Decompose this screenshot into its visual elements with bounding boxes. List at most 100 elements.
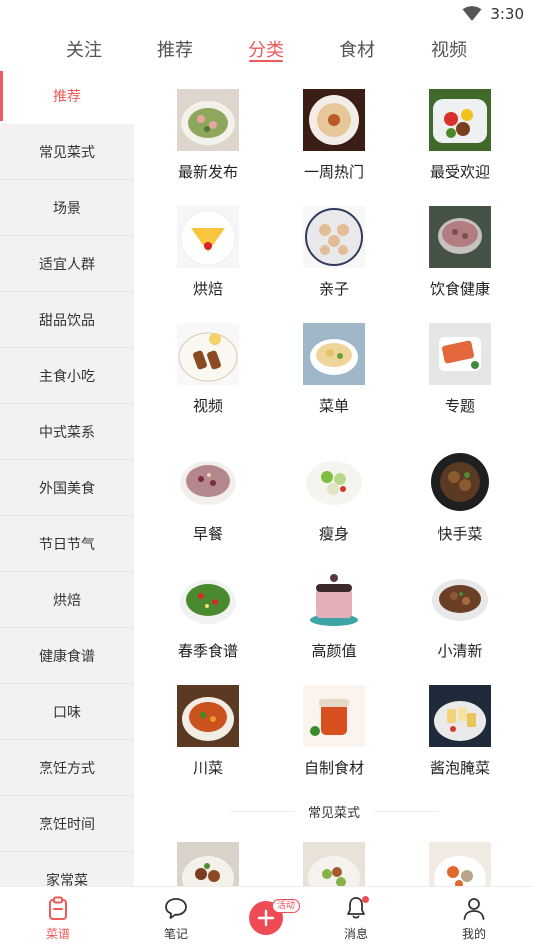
pepper-stirfry-photo: [429, 89, 491, 151]
grid-item-pickles[interactable]: 酱泡腌菜: [400, 685, 520, 778]
section-divider-right: [374, 810, 438, 812]
grid-item-label: 快手菜: [437, 525, 483, 543]
soup-bowl-photo: [303, 323, 365, 385]
nav-label: 我的: [461, 927, 486, 941]
skewer-platter-photo: [177, 323, 239, 385]
chat-bubble-icon: [165, 898, 187, 919]
grid-item-sichuan[interactable]: 川菜: [148, 685, 268, 778]
sidebar-item-chinese-cuisine[interactable]: 中式菜系: [0, 404, 134, 460]
grid-item-menu[interactable]: 菜单: [274, 323, 394, 416]
grid-item-latest[interactable]: 最新发布: [148, 89, 268, 182]
tab-recommend[interactable]: 推荐: [157, 36, 193, 62]
grid-item-homemade[interactable]: 自制食材: [274, 685, 394, 778]
grid-item-label: 菜单: [318, 397, 349, 415]
layer-cake-photo: [303, 568, 365, 630]
tab-follow[interactable]: 关注: [66, 36, 102, 62]
sidebar-item-cooking-time[interactable]: 烹饪时间: [0, 796, 134, 852]
grid-item-parent-child[interactable]: 亲子: [274, 206, 394, 299]
grid-item-spring-recipes[interactable]: 春季食谱: [148, 568, 268, 661]
sidebar-item-home-cooking[interactable]: 家常菜: [0, 852, 134, 887]
grid-item-label: 专题: [444, 397, 475, 415]
grid-item-label: 亲子: [318, 280, 349, 298]
sidebar-item-desserts-drinks[interactable]: 甜品饮品: [0, 292, 134, 348]
grid-item-label: 川菜: [192, 759, 223, 777]
veggie-salad-photo: [303, 451, 365, 513]
porridge-bowl-photo: [177, 451, 239, 513]
grid-item-label: 一周热门: [303, 163, 364, 181]
section-item[interactable]: [400, 842, 520, 886]
nav-label: 消息: [343, 927, 368, 941]
braised-dish-photo: [429, 451, 491, 513]
sidebar-item-baking[interactable]: 烘焙: [0, 572, 134, 628]
bear-buns-photo: [303, 206, 365, 268]
grid-item-good-looking[interactable]: 高颜值: [274, 568, 394, 661]
sidebar-item-staples-snacks[interactable]: 主食小吃: [0, 348, 134, 404]
sidebar-item-cooking-method[interactable]: 烹饪方式: [0, 740, 134, 796]
jam-jar-photo: [303, 685, 365, 747]
tab-category[interactable]: 分类: [248, 36, 284, 62]
status-icons: 3:30: [462, 5, 524, 23]
beans-dish-photo: [303, 842, 365, 886]
grid-item-weekly-hot[interactable]: 一周热门: [274, 89, 394, 182]
section-header: 常见菜式: [134, 801, 534, 821]
grid-item-label: 小清新: [437, 642, 483, 660]
stirfry-plate-photo: [177, 89, 239, 151]
plus-icon: [257, 909, 275, 927]
category-sidebar: 推荐 常见菜式 场景 适宜人群 甜品饮品 主食小吃 中式菜系 外国美食 节日节气…: [0, 68, 134, 886]
grid-item-slimming[interactable]: 瘦身: [274, 451, 394, 544]
grid-item-label: 饮食健康: [429, 280, 490, 298]
grid-item-label: 最受欢迎: [429, 163, 490, 181]
grid-item-video[interactable]: 视频: [148, 323, 268, 416]
top-tab-bar: 关注 推荐 分类 食材 视频: [0, 28, 534, 68]
person-icon: [463, 898, 485, 920]
sidebar-item-common-dishes[interactable]: 常见菜式: [0, 124, 134, 180]
nav-messages[interactable]: 消息: [316, 895, 396, 942]
wifi-icon: [462, 6, 482, 21]
grid-item-label: 最新发布: [177, 163, 238, 181]
notification-dot: [362, 896, 369, 903]
tab-ingredients[interactable]: 食材: [339, 36, 375, 62]
grid-item-label: 视频: [192, 397, 223, 415]
section-divider-left: [229, 810, 294, 812]
nav-notes[interactable]: 笔记: [136, 895, 216, 942]
sidebar-item-flavor[interactable]: 口味: [0, 684, 134, 740]
status-time: 3:30: [490, 5, 524, 23]
greens-salad-photo: [177, 568, 239, 630]
grid-item-topics[interactable]: 专题: [400, 323, 520, 416]
cake-slice-photo: [177, 206, 239, 268]
clipboard-icon: [49, 896, 67, 920]
grid-item-label: 早餐: [192, 525, 223, 543]
meat-stew-photo: [177, 842, 239, 886]
sidebar-item-scene[interactable]: 场景: [0, 180, 134, 236]
grid-item-healthy-eating[interactable]: 饮食健康: [400, 206, 520, 299]
grid-item-label: 烘焙: [192, 280, 223, 298]
section-item[interactable]: [148, 842, 268, 886]
bottom-nav: 菜谱 笔记 活动 消息 我的: [0, 886, 534, 949]
grid-item-label: 高颜值: [311, 642, 357, 660]
sidebar-item-healthy[interactable]: 健康食谱: [0, 628, 134, 684]
grid-item-breakfast[interactable]: 早餐: [148, 451, 268, 544]
sliced-dish-photo: [429, 323, 491, 385]
nav-label: 笔记: [163, 927, 188, 941]
grid-item-label: 瘦身: [318, 525, 349, 543]
section-item[interactable]: [274, 842, 394, 886]
plated-appetizer-photo: [303, 89, 365, 151]
grid-item-label: 自制食材: [303, 759, 364, 777]
status-bar: 3:30: [0, 0, 534, 28]
grid-item-fresh[interactable]: 小清新: [400, 568, 520, 661]
sidebar-item-suitable-people[interactable]: 适宜人群: [0, 236, 134, 292]
nav-profile[interactable]: 我的: [434, 895, 514, 942]
category-grid: 最新发布 一周热门 最受欢迎 烘焙 亲子 饮食健康 视频 菜单 专题 早餐 瘦身…: [134, 68, 534, 886]
grid-item-quick-dishes[interactable]: 快手菜: [400, 451, 520, 544]
grid-item-baking[interactable]: 烘焙: [148, 206, 268, 299]
sidebar-item-recommend[interactable]: 推荐: [0, 68, 134, 124]
grain-bowl-photo: [429, 206, 491, 268]
nav-recipes[interactable]: 菜谱: [18, 895, 98, 942]
tab-video[interactable]: 视频: [431, 36, 467, 62]
active-tab-indicator: [249, 60, 283, 62]
sidebar-item-festivals[interactable]: 节日节气: [0, 516, 134, 572]
sidebar-item-foreign-food[interactable]: 外国美食: [0, 460, 134, 516]
grid-item-most-popular[interactable]: 最受欢迎: [400, 89, 520, 182]
grid-item-label: 酱泡腌菜: [429, 759, 490, 777]
nav-label: 菜谱: [45, 927, 70, 941]
